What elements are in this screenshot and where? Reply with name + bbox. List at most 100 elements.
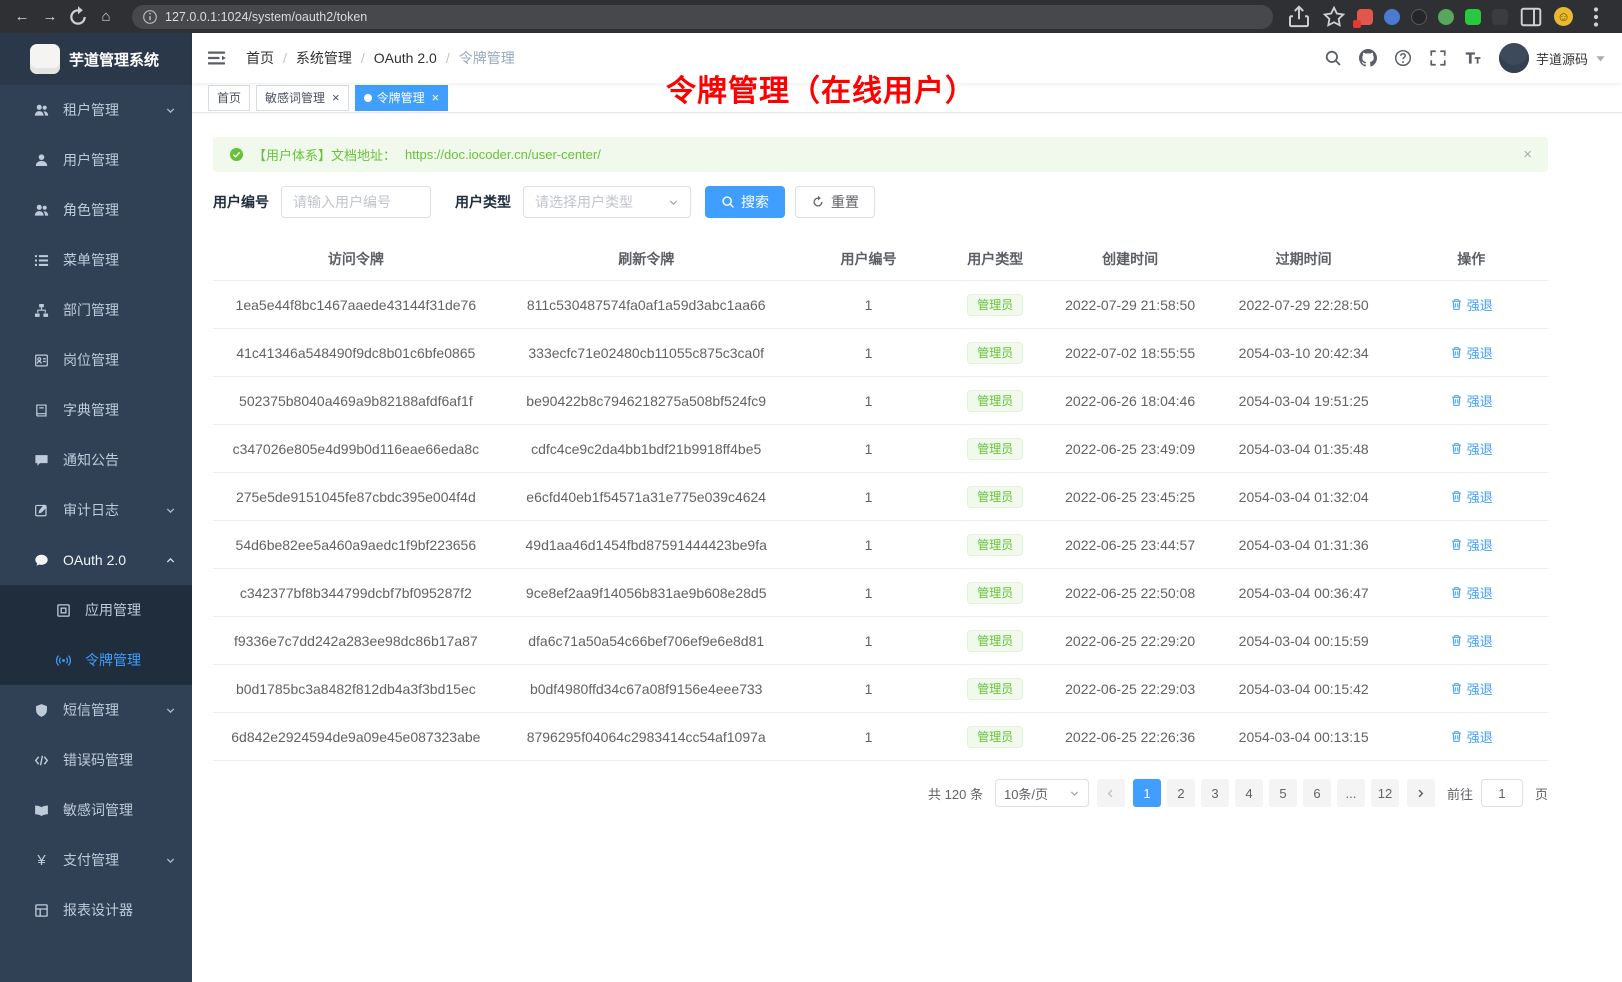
page-size-select[interactable]: 10条/页 [995,779,1089,807]
breadcrumb-item[interactable]: 系统管理 [296,48,352,68]
cell-action: 强退 [1394,521,1548,569]
tab-sensitive-word[interactable]: 敏感词管理× [256,85,349,111]
breadcrumb-item[interactable]: 首页 [246,48,274,68]
cell-user-id: 1 [794,521,944,569]
sidebar-item-audit-log[interactable]: 审计日志 [0,485,192,535]
reset-button[interactable]: 重置 [795,186,875,218]
browser-extension-icon[interactable] [1438,9,1454,25]
force-logout-button[interactable]: 强退 [1450,583,1493,602]
sidebar-item-oauth2-app[interactable]: 应用管理 [0,585,192,635]
prev-page-button[interactable] [1097,779,1125,807]
user-type-badge: 管理员 [967,534,1023,556]
fullscreen-icon[interactable] [1429,49,1447,67]
sidebar-item-dept[interactable]: 部门管理 [0,285,192,335]
tab-home[interactable]: 首页 [208,85,250,111]
browser-extension-icon[interactable] [1492,9,1508,25]
sidebar-item-sms[interactable]: 短信管理 [0,685,192,735]
page-button-5[interactable]: 5 [1269,779,1297,807]
browser-extension-icon[interactable] [1384,9,1400,25]
force-logout-button[interactable]: 强退 [1450,631,1493,650]
header-search-icon[interactable] [1324,49,1342,67]
force-logout-button[interactable]: 强退 [1450,439,1493,458]
force-logout-button[interactable]: 强退 [1450,487,1493,506]
sidebar-item-label: 字典管理 [63,400,119,420]
github-icon[interactable] [1359,49,1377,67]
cell-create-time: 2022-06-25 23:49:09 [1047,425,1213,473]
force-logout-button[interactable]: 强退 [1450,679,1493,698]
browser-extension-icon[interactable] [1411,9,1427,25]
browser-menu-icon[interactable] [1584,5,1608,29]
cell-expire-time: 2054-03-04 01:32:04 [1213,473,1395,521]
user-type-badge: 管理员 [967,342,1023,364]
search-button[interactable]: 搜索 [705,186,785,218]
cell-action: 强退 [1394,281,1548,329]
bookmark-star-icon[interactable] [1322,5,1346,29]
goto-label: 前往 [1447,784,1473,803]
sidebar-item-post[interactable]: 岗位管理 [0,335,192,385]
browser-back-button[interactable]: ← [10,5,34,29]
force-logout-button[interactable]: 强退 [1450,727,1493,746]
force-logout-button[interactable]: 强退 [1450,535,1493,554]
sidebar-item-menu[interactable]: 菜单管理 [0,235,192,285]
sidebar-item-tenant[interactable]: 租户管理 [0,85,192,135]
force-logout-button[interactable]: 强退 [1450,343,1493,362]
page-button-12[interactable]: 12 [1371,779,1399,807]
cell-refresh-token: cdfc4ce9c2da4bb1bdf21b9918ff4be5 [499,425,794,473]
tab-token[interactable]: 令牌管理× [355,85,449,111]
alert-link[interactable]: https://doc.iocoder.cn/user-center/ [405,147,601,162]
force-logout-label: 强退 [1467,679,1493,698]
browser-forward-button[interactable]: → [38,5,62,29]
breadcrumb-item[interactable]: OAuth 2.0 [374,50,437,66]
user-id-input[interactable] [281,186,431,218]
alert-close-icon[interactable]: × [1523,147,1532,162]
chevron-up-icon [165,555,176,566]
goto-page-input[interactable] [1481,779,1523,807]
page-button-6[interactable]: 6 [1303,779,1331,807]
close-icon[interactable]: × [332,91,340,104]
sidebar-item-user[interactable]: 用户管理 [0,135,192,185]
sidebar-item-oauth2[interactable]: OAuth 2.0 [0,535,192,585]
trash-icon [1450,538,1463,551]
help-icon[interactable] [1394,49,1412,67]
cell-action: 强退 [1394,473,1548,521]
force-logout-button[interactable]: 强退 [1450,391,1493,410]
page-ellipsis[interactable]: ... [1337,779,1365,807]
browser-extension-icon[interactable] [1357,9,1373,25]
sidebar-item-pay[interactable]: ¥支付管理 [0,835,192,885]
trash-icon [1450,730,1463,743]
app-logo[interactable]: 芋道管理系统 [0,33,192,85]
sidebar-item-error-code[interactable]: 错误码管理 [0,735,192,785]
sidebar-item-label: 报表设计器 [63,900,133,920]
user-type-badge: 管理员 [967,438,1023,460]
sidebar-item-notice[interactable]: 通知公告 [0,435,192,485]
force-logout-button[interactable]: 强退 [1450,295,1493,314]
font-size-icon[interactable] [1464,49,1482,67]
browser-profile-avatar[interactable]: ☺ [1554,7,1573,26]
sidebar-item-report-designer[interactable]: 报表设计器 [0,885,192,935]
page-button-2[interactable]: 2 [1167,779,1195,807]
app-title: 芋道管理系统 [69,49,159,70]
side-panel-icon[interactable] [1519,5,1543,29]
user-type-select[interactable]: 请选择用户类型 [523,186,691,218]
trash-icon [1450,634,1463,647]
page-button-4[interactable]: 4 [1235,779,1263,807]
sidebar-item-sensitive-word[interactable]: 敏感词管理 [0,785,192,835]
next-page-button[interactable] [1407,779,1435,807]
page-button-3[interactable]: 3 [1201,779,1229,807]
page-button-1[interactable]: 1 [1133,779,1161,807]
close-icon[interactable]: × [432,91,440,104]
browser-reload-button[interactable] [66,5,90,29]
site-info-icon[interactable] [142,9,158,25]
sidebar-item-role[interactable]: 角色管理 [0,185,192,235]
browser-extension-icon[interactable] [1465,9,1481,25]
cell-refresh-token: 49d1aa46d1454fbd87591444423be9fa [499,521,794,569]
address-bar[interactable]: 127.0.0.1:1024/system/oauth2/token [132,5,1273,29]
sidebar-item-oauth2-token[interactable]: 令牌管理 [0,635,192,685]
share-icon[interactable] [1287,5,1311,29]
sidebar-item-dict[interactable]: 字典管理 [0,385,192,435]
browser-home-button[interactable]: ⌂ [94,5,118,29]
user-menu[interactable]: 芋道源码 [1499,43,1606,73]
table-row: 6d842e2924594de9a09e45e087323abe8796295f… [213,713,1548,761]
sidebar-toggle-button[interactable] [208,48,228,68]
filter-form: 用户编号 用户类型 请选择用户类型 搜索 重置 [213,186,1548,218]
